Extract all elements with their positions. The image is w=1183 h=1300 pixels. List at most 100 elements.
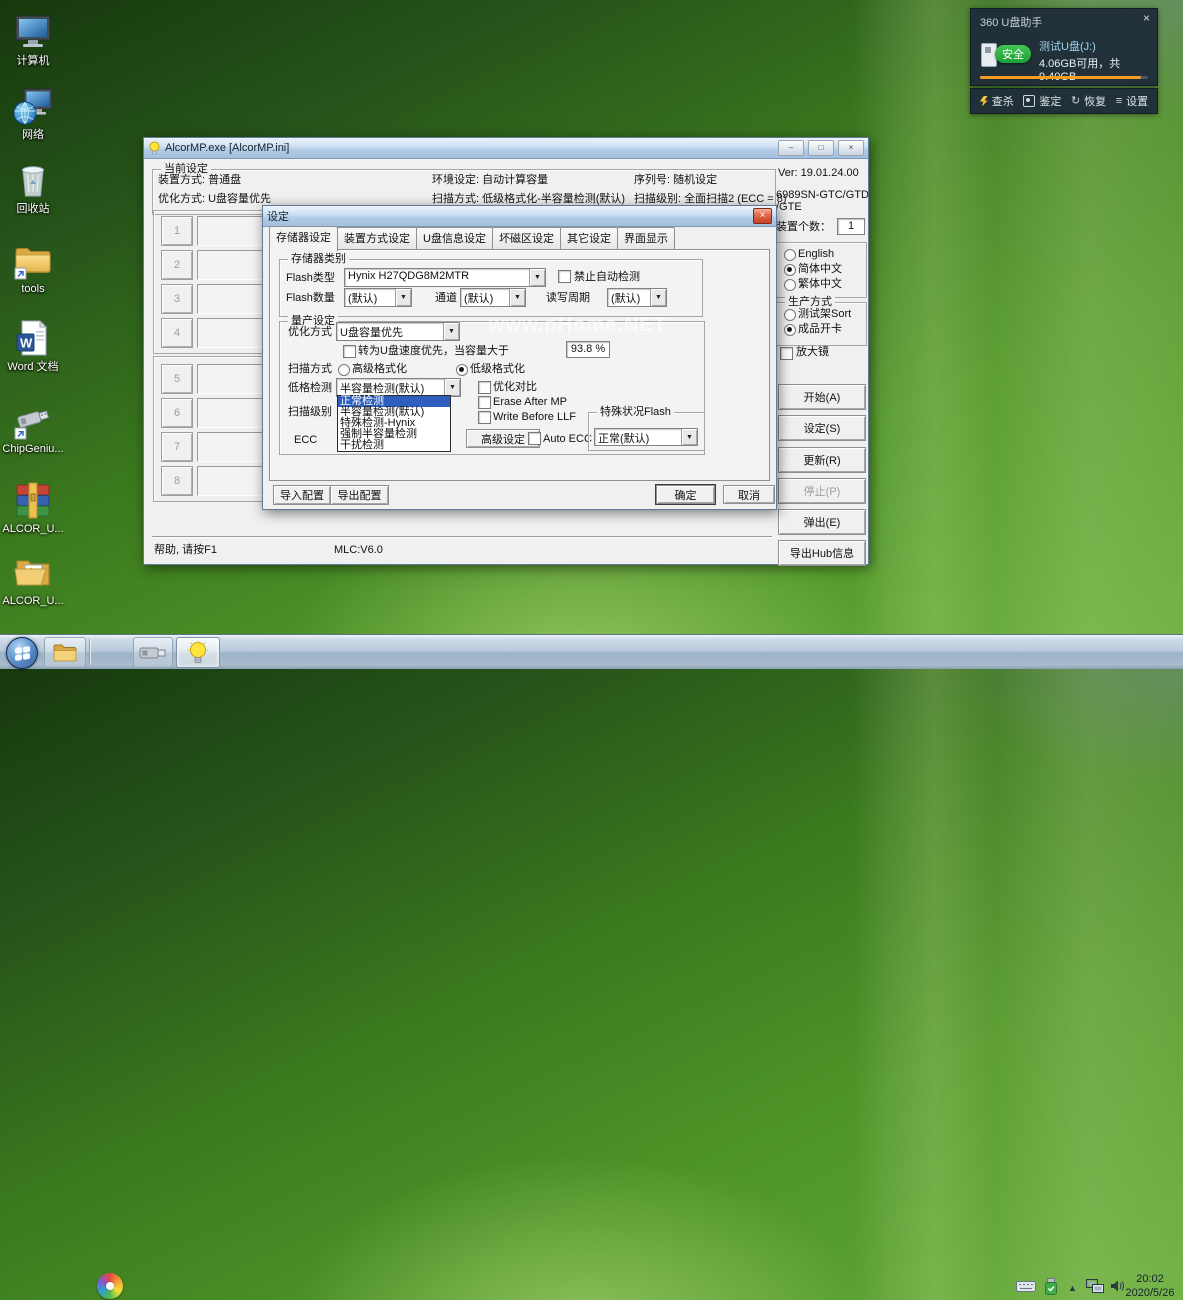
list-icon: ≡ (1116, 96, 1122, 107)
export-hub-button[interactable]: 导出Hub信息 (778, 540, 866, 566)
tab-other-settings[interactable]: 其它设定 (560, 227, 618, 249)
tray-show-hidden-icon[interactable]: ▲ (1068, 1283, 1077, 1293)
taskbar-separator (89, 639, 91, 665)
tray-keyboard-icon[interactable] (1016, 1280, 1036, 1296)
identify-button[interactable]: 鉴定 (1023, 93, 1061, 109)
port-button-8[interactable]: 8 (161, 466, 193, 496)
dropdown-arrow-icon[interactable] (650, 289, 666, 306)
port-button-7[interactable]: 7 (161, 432, 193, 462)
ok-button[interactable]: 确定 (656, 485, 715, 504)
start-button[interactable]: 开始(A) (778, 384, 866, 410)
port-button-4[interactable]: 4 (161, 318, 193, 348)
desktop-icon-tools[interactable]: tools (2, 240, 64, 295)
stop-button[interactable]: 停止(P) (778, 478, 866, 504)
desktop: { "desktop": { "icons": [ {"label": "计算机… (0, 0, 1183, 668)
taskbar-browser-button[interactable] (97, 1273, 123, 1299)
radio-traditional-chinese[interactable] (784, 279, 796, 291)
desktop-icon-computer[interactable]: 计算机 (2, 12, 64, 67)
rar-archive-icon (12, 480, 54, 522)
radio-finished-card[interactable] (784, 324, 796, 336)
tray-usb-eject-icon[interactable] (1044, 1278, 1058, 1298)
special-flash-combo[interactable]: 正常(默认) (594, 428, 698, 446)
cancel-button[interactable]: 取消 (723, 485, 775, 504)
port-button-3[interactable]: 3 (161, 284, 193, 314)
taskbar-usb-tool-button[interactable] (133, 637, 173, 668)
erase-after-mp-label: Erase After MP (493, 396, 567, 409)
usb-drive-icon (139, 646, 167, 660)
channel-combo[interactable]: (默认) (460, 288, 526, 307)
no-autodetect-checkbox[interactable] (558, 270, 571, 283)
radio-high-level-format[interactable] (338, 364, 350, 376)
taskbar-explorer-button[interactable] (44, 637, 86, 668)
tab-bad-block-settings[interactable]: 坏磁区设定 (492, 227, 561, 249)
recover-button[interactable]: ↻恢复 (1071, 93, 1106, 109)
dropdown-arrow-icon[interactable] (443, 323, 459, 340)
optimize-mode-combo[interactable]: U盘容量优先 (336, 322, 460, 341)
tab-device-mode-settings[interactable]: 装置方式设定 (337, 227, 417, 249)
dropdown-arrow-icon[interactable] (395, 289, 411, 306)
windows-logo-icon (15, 645, 30, 660)
recycle-bin-icon (12, 160, 54, 202)
desktop-icon-network[interactable]: 网络 (2, 86, 64, 141)
dialog-close-button[interactable]: × (753, 208, 772, 224)
dropdown-arrow-icon[interactable] (444, 379, 460, 396)
flash-type-label: Flash类型 (286, 272, 335, 285)
tray-network-icon[interactable] (1086, 1279, 1104, 1297)
dropdown-arrow-icon[interactable] (529, 269, 545, 286)
maximize-button[interactable]: □ (808, 140, 834, 156)
magnifier-checkbox[interactable] (780, 347, 793, 360)
auto-ecc-checkbox[interactable] (528, 432, 541, 445)
desktop-icon-alcor-folder[interactable]: ALCOR_U... (2, 552, 64, 607)
status-help-text: 帮助, 请按F1 (154, 544, 217, 557)
radio-test-sort[interactable] (784, 309, 796, 321)
current-device-mode: 装置方式: 普通盘 (158, 174, 241, 187)
dropdown-arrow-icon[interactable] (509, 289, 525, 306)
eject-button[interactable]: 弹出(E) (778, 509, 866, 535)
ecc-label: ECC (294, 434, 317, 447)
setup-button[interactable]: 设定(S) (778, 415, 866, 441)
tab-memory-settings[interactable]: 存储器设定 (269, 226, 338, 251)
desktop-icon-chipgenius[interactable]: ChipGeniu... (2, 400, 64, 455)
flash-count-combo[interactable]: (默认) (344, 288, 412, 307)
dropdown-arrow-icon[interactable] (681, 429, 697, 445)
tab-usb-info-settings[interactable]: U盘信息设定 (416, 227, 493, 249)
port-button-5[interactable]: 5 (161, 364, 193, 394)
desktop-icon-recycle-bin[interactable]: 回收站 (2, 160, 64, 215)
erase-after-mp-checkbox[interactable] (478, 396, 491, 409)
capacity-threshold-field[interactable]: 93.8 % (566, 341, 610, 358)
desktop-icon-word-doc[interactable]: W Word 文档 (2, 318, 64, 373)
settings-button[interactable]: ≡设置 (1116, 93, 1148, 109)
settings-dialog-titlebar[interactable]: 设定 × (263, 206, 776, 227)
port-button-1[interactable]: 1 (161, 216, 193, 246)
tab-ui-display[interactable]: 界面显示 (617, 227, 675, 249)
usb-helper-close-icon[interactable]: × (1143, 12, 1150, 24)
dropdown-item-interference[interactable]: 干扰检测 (338, 440, 450, 451)
llf-detect-dropdown-list: 正常检测 半容量检测(默认) 特殊检测-Hynix 强制半容量检测 干扰检测 (337, 395, 451, 452)
import-config-button[interactable]: 导入配置 (273, 485, 331, 505)
alcormp-titlebar[interactable]: AlcorMP.exe [AlcorMP.ini] – □ × (144, 138, 868, 159)
radio-low-level-format[interactable] (456, 364, 468, 376)
minimize-button[interactable]: – (778, 140, 804, 156)
export-config-button[interactable]: 导出配置 (330, 485, 389, 505)
optimize-compare-checkbox[interactable] (478, 381, 491, 394)
current-env-setting: 环境设定: 自动计算容量 (432, 174, 548, 187)
memory-group-label: 存储器类别 (288, 253, 349, 266)
scan-virus-button[interactable]: 查杀 (980, 93, 1014, 109)
port-button-6[interactable]: 6 (161, 398, 193, 428)
radio-test-sort-label: 测试架Sort (798, 308, 851, 321)
flash-type-combo[interactable]: Hynix H27QDG8M2MTR (344, 268, 546, 287)
taskbar-alcormp-button[interactable] (176, 637, 220, 668)
close-button[interactable]: × (838, 140, 864, 156)
refresh-button[interactable]: 更新(R) (778, 447, 866, 473)
bulb-icon (187, 640, 209, 666)
speed-priority-checkbox[interactable] (343, 345, 356, 358)
taskbar-clock[interactable]: 20:02 2020/5/26 (1120, 1272, 1180, 1300)
flash-count-label: Flash数量 (286, 292, 335, 305)
desktop-icon-alcor-rar[interactable]: ALCOR_U... (2, 480, 64, 535)
radio-simplified-chinese[interactable] (784, 264, 796, 276)
port-button-2[interactable]: 2 (161, 250, 193, 280)
write-before-llf-checkbox[interactable] (478, 411, 491, 424)
rw-cycle-combo[interactable]: (默认) (607, 288, 667, 307)
radio-english[interactable] (784, 249, 796, 261)
start-button[interactable] (6, 637, 38, 669)
